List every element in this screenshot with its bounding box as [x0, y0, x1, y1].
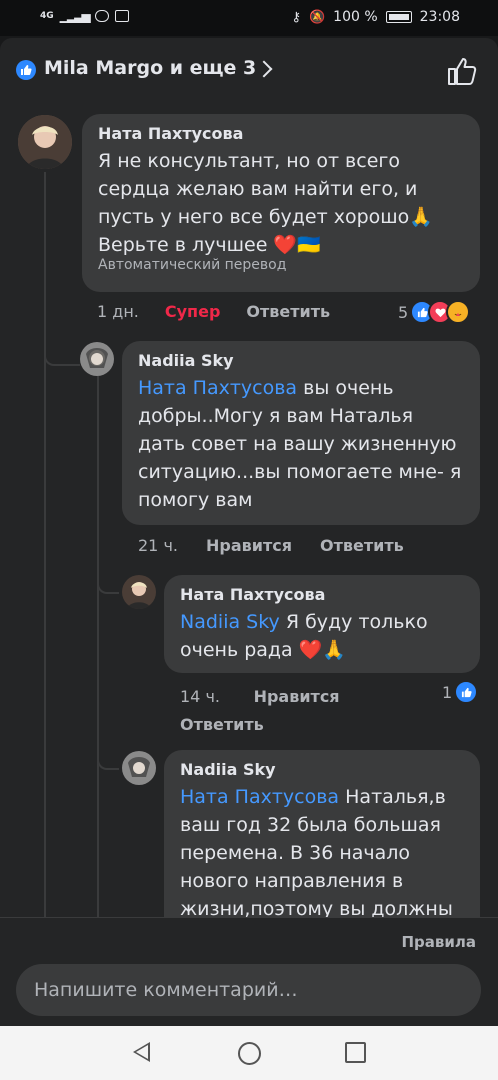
signal-icon: ▁▂▃▅ — [59, 9, 91, 23]
comment-actions: 21 ч. Нравится Ответить — [138, 536, 404, 555]
comment-text: Ната Пахтусова Наталья,в ваш год 32 была… — [180, 783, 464, 923]
reply-button[interactable]: Ответить — [180, 715, 264, 734]
comments-sheet: Mila Margo и еще 3 Ната Пахтусова Я не к… — [0, 38, 498, 1026]
network-indicator: 4G — [40, 11, 54, 21]
mention-link[interactable]: Nadiia Sky — [180, 611, 280, 633]
comment-input[interactable]: Напишите комментарий… — [16, 964, 481, 1016]
avatar[interactable] — [122, 751, 156, 785]
reactions-header[interactable]: Mila Margo и еще 3 — [0, 38, 498, 104]
like-button[interactable]: Нравится — [254, 687, 340, 706]
reaction-count: 1 — [442, 682, 453, 702]
mention-link[interactable]: Ната Пахтусова — [180, 786, 339, 808]
comment-bubble[interactable]: Ната Пахтусова Я не консультант, но от в… — [82, 114, 480, 292]
like-reaction-icon — [16, 60, 36, 80]
chevron-right-icon[interactable] — [255, 60, 273, 78]
reaction-summary[interactable]: 1 — [442, 680, 479, 704]
thread-branch-1 — [44, 328, 80, 366]
battery-percent: 100 % — [333, 9, 378, 25]
comment-bubble[interactable]: Ната Пахтусова Nadiia Sky Я буду только … — [164, 575, 480, 673]
rules-link[interactable]: Правила — [401, 933, 476, 951]
like-reaction-icon — [454, 680, 479, 704]
comment-bubble[interactable]: Nadiia Sky Ната Пахтусова вы очень добры… — [122, 341, 480, 525]
thread-branch-2 — [97, 556, 119, 594]
recent-apps-icon[interactable] — [345, 1042, 366, 1063]
auto-translation-note[interactable]: Автоматический перевод — [98, 257, 464, 273]
reaction-count: 5 — [398, 302, 409, 322]
link-icon — [94, 10, 109, 22]
comment-author[interactable]: Ната Пахтусова — [98, 124, 464, 143]
comment-text: Ната Пахтусова вы очень добры..Могу я ва… — [138, 374, 464, 514]
avatar[interactable] — [122, 575, 156, 609]
back-icon[interactable] — [133, 1042, 150, 1062]
system-nav-bar — [0, 1026, 498, 1080]
battery-icon — [385, 11, 412, 23]
comment-time: 14 ч. — [180, 687, 220, 706]
mute-icon: 🔕 — [308, 9, 326, 25]
key-icon: ⚷ — [291, 9, 301, 25]
comment-author[interactable]: Nadiia Sky — [180, 760, 464, 779]
comment-text: Nadiia Sky Я буду только очень рада ❤️🙏 — [180, 608, 464, 664]
care-reaction-icon — [446, 300, 471, 324]
super-reaction-button[interactable]: Супер — [165, 302, 221, 321]
like-thumb-icon[interactable] — [445, 54, 479, 88]
home-icon[interactable] — [238, 1042, 261, 1065]
thread-line-main — [44, 172, 46, 962]
comment-composer-panel: Правила Напишите комментарий… — [0, 917, 498, 1027]
reply-button[interactable]: Ответить — [246, 302, 330, 321]
mail-icon — [114, 10, 129, 22]
avatar[interactable] — [80, 342, 114, 376]
thread-line-reply — [97, 376, 99, 966]
comment-actions: 1 дн. Супер Ответить — [97, 302, 330, 321]
avatar[interactable] — [18, 115, 72, 169]
comment-time: 1 дн. — [97, 302, 139, 321]
reply-button[interactable]: Ответить — [320, 536, 404, 555]
comment-actions: 14 ч. Нравится Ответить — [180, 683, 420, 739]
comment-author[interactable]: Ната Пахтусова — [180, 585, 464, 604]
status-bar: 4G ▁▂▃▅ ⚷ 🔕 100 % 23:08 — [0, 0, 498, 36]
comment-text: Я не консультант, но от всего сердца жел… — [98, 150, 433, 256]
reactors-title[interactable]: Mila Margo и еще 3 — [44, 57, 256, 79]
comment-time: 21 ч. — [138, 536, 178, 555]
like-button[interactable]: Нравится — [206, 536, 292, 555]
comment-author[interactable]: Nadiia Sky — [138, 351, 464, 370]
mention-link[interactable]: Ната Пахтусова — [138, 377, 297, 399]
clock: 23:08 — [419, 9, 460, 25]
reaction-summary[interactable]: 5 — [398, 300, 471, 324]
thread-branch-3 — [97, 730, 119, 770]
